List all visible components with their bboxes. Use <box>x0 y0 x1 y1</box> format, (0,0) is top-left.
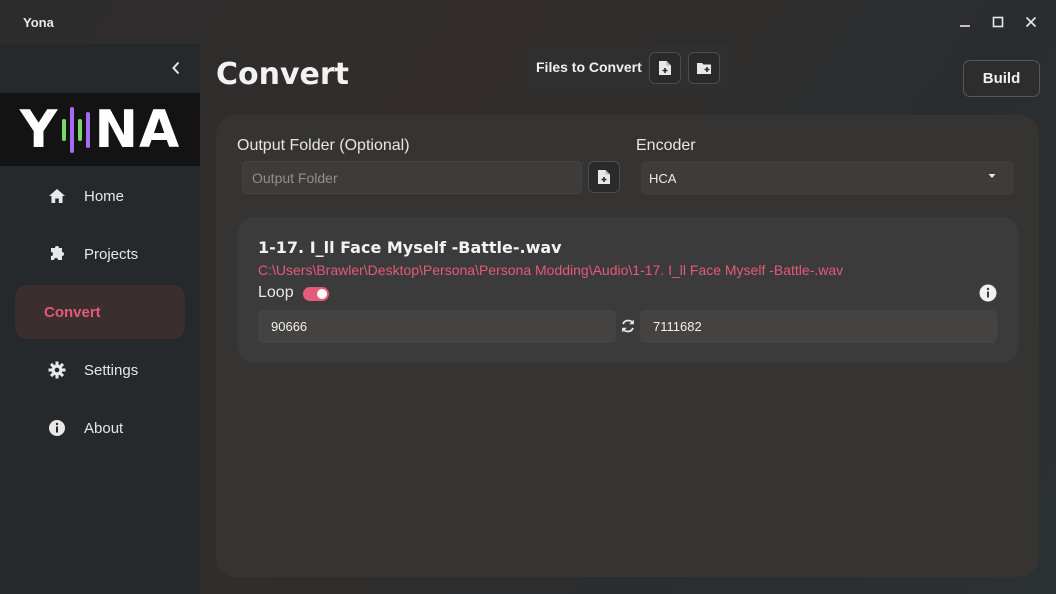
add-file-button[interactable] <box>649 52 681 84</box>
sidebar-item-settings[interactable]: Settings <box>15 343 185 397</box>
sidebar-item-convert[interactable]: Convert <box>15 285 185 339</box>
home-icon <box>47 186 67 206</box>
logo-text-left: Y <box>19 99 59 160</box>
sidebar-item-projects[interactable]: Projects <box>15 227 185 281</box>
swap-button[interactable] <box>619 317 637 335</box>
add-file-icon <box>598 170 610 184</box>
encoder-select[interactable]: HCA <box>641 161 1014 195</box>
output-folder-input[interactable]: Output Folder <box>242 161 582 194</box>
sidebar-item-label: About <box>84 419 124 437</box>
file-name: 1-17. I_ll Face Myself -Battle-.wav <box>258 238 562 257</box>
info-button[interactable] <box>979 284 997 302</box>
loop-start-value: 90666 <box>271 319 308 334</box>
title-bar: Yona <box>0 0 1056 44</box>
encoder-label: Encoder <box>636 137 696 154</box>
sidebar-item-home[interactable]: Home <box>15 169 185 223</box>
encoder-selected-value: HCA <box>649 170 677 186</box>
close-icon <box>1025 16 1036 28</box>
info-icon <box>979 284 997 302</box>
loop-end-input[interactable]: 7111682 <box>640 310 997 343</box>
chevron-left-icon <box>172 61 180 75</box>
sidebar-item-label: Home <box>84 187 125 205</box>
build-button[interactable]: Build <box>963 60 1040 97</box>
loop-toggle[interactable] <box>303 287 329 301</box>
close-button[interactable] <box>1014 0 1047 44</box>
add-folder-button[interactable] <box>688 52 720 84</box>
collapse-sidebar-button[interactable] <box>166 58 186 78</box>
loop-end-value: 7111682 <box>653 319 702 334</box>
sidebar-item-label: Settings <box>84 361 139 379</box>
maximize-icon <box>992 16 1003 28</box>
sidebar-item-about[interactable]: About <box>15 401 185 455</box>
minimize-icon <box>959 25 970 27</box>
files-to-convert-bar: Files to Convert <box>528 44 728 90</box>
output-folder-placeholder: Output Folder <box>252 169 338 186</box>
output-folder-label: Output Folder (Optional) <box>237 137 410 154</box>
file-path: C:\Users\Brawler\Desktop\Persona\Persona… <box>258 262 844 278</box>
toggle-knob <box>317 289 327 299</box>
caret-down-icon <box>988 174 996 178</box>
page-title: Convert <box>216 57 350 92</box>
app-logo: Y NA <box>0 93 200 166</box>
gear-icon <box>47 360 67 380</box>
add-file-icon <box>659 61 671 75</box>
app-title: Yona <box>23 14 54 30</box>
refresh-icon <box>622 319 634 333</box>
sound-wave-icon <box>62 106 91 153</box>
files-to-convert-label: Files to Convert <box>536 59 642 75</box>
browse-output-folder-button[interactable] <box>588 161 620 193</box>
maximize-button[interactable] <box>981 0 1014 44</box>
info-icon <box>47 418 67 438</box>
sidebar: Y NA Home Projects Convert Settings Abou… <box>0 44 200 594</box>
logo-text-right: NA <box>94 99 181 160</box>
sidebar-item-label: Convert <box>44 303 101 321</box>
add-folder-icon <box>697 63 711 74</box>
sidebar-item-label: Projects <box>84 245 139 263</box>
puzzle-icon <box>47 244 67 264</box>
loop-start-input[interactable]: 90666 <box>258 310 616 343</box>
window-controls <box>948 0 1056 44</box>
loop-label: Loop <box>258 284 294 301</box>
minimize-button[interactable] <box>948 0 981 44</box>
